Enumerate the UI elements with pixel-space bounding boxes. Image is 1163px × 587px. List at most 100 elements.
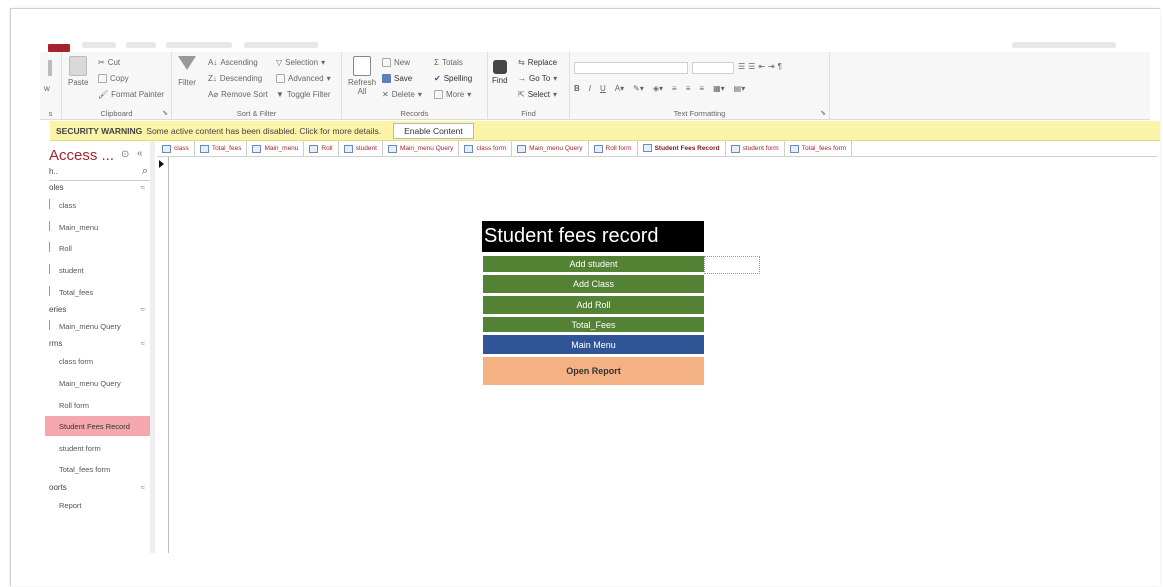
doc-tab-total-fees[interactable]: Total_fees — [195, 141, 248, 156]
nav-item-main-menu-query[interactable]: Main_menu Query — [45, 316, 151, 336]
more-button[interactable]: More ▾ — [434, 90, 471, 99]
ribbon-tab[interactable] — [82, 42, 116, 48]
nav-item-student-form[interactable]: student form — [45, 438, 151, 458]
align-left-icon[interactable]: ≡ — [672, 84, 677, 93]
font-color-icon[interactable]: A▾ — [615, 84, 624, 93]
total-fees-button[interactable]: Total_Fees — [483, 317, 704, 332]
selection-button[interactable]: ▽ Selection ▾ — [276, 58, 325, 67]
nav-item-total-fees[interactable]: Total_fees — [45, 282, 151, 302]
nav-scrollbar[interactable] — [150, 141, 155, 553]
format-buttons[interactable]: B I U A▾ ✎▾ ◈▾ ≡ ≡ ≡ ▦▾ ▤▾ — [574, 84, 745, 93]
doc-tab-student-fees-record[interactable]: Student Fees Record — [637, 141, 726, 156]
toggle-filter-button[interactable]: ▼ Toggle Filter — [276, 90, 331, 99]
copy-button[interactable]: Copy — [98, 74, 129, 83]
nav-title[interactable]: Access ... — [49, 147, 114, 164]
nav-section-queries[interactable]: eries ≈ — [49, 305, 151, 314]
nav-menu-icon[interactable]: ⊙ — [121, 149, 129, 160]
save-button[interactable]: Save — [382, 74, 412, 83]
filter-button[interactable]: Filter — [178, 56, 196, 87]
text-formatting-launcher-icon[interactable]: ⬊ — [820, 109, 826, 117]
replace-button[interactable]: ⇆ Replace — [518, 58, 557, 67]
doc-tab-total-fees-form[interactable]: Total_fees form — [785, 141, 853, 156]
descending-button[interactable]: Z↓ Descending — [208, 74, 262, 83]
underline-icon[interactable]: U — [600, 84, 606, 93]
view-button[interactable]: w — [44, 84, 50, 93]
view-icon[interactable] — [48, 60, 52, 76]
nav-section-forms[interactable]: rms ≈ — [49, 339, 151, 348]
open-report-button[interactable]: Open Report — [483, 357, 704, 385]
clipboard-launcher-icon[interactable]: ⬊ — [162, 109, 168, 117]
highlight-icon[interactable]: ✎▾ — [633, 84, 644, 93]
nav-item-roll-form[interactable]: Roll form — [45, 395, 151, 415]
paragraph-direction-icon: ¶ — [777, 62, 783, 71]
add-class-button[interactable]: Add Class — [483, 275, 704, 293]
doc-tab-main-menu[interactable]: Main_menu — [247, 141, 305, 156]
search-icon[interactable]: ⌕ — [142, 165, 148, 178]
nav-item-report[interactable]: Report — [45, 495, 151, 515]
enable-content-button[interactable]: Enable Content — [393, 122, 474, 139]
fill-color-icon[interactable]: ◈▾ — [653, 84, 663, 93]
align-right-icon[interactable]: ≡ — [699, 84, 704, 93]
collapse-icon[interactable]: ≈ — [141, 305, 145, 314]
format-painter-button[interactable]: 🖌 Format Painter — [98, 90, 164, 99]
doc-tab-roll[interactable]: Roll — [304, 141, 339, 156]
nav-item-student[interactable]: student — [45, 260, 151, 280]
file-tab[interactable] — [48, 44, 70, 52]
doc-tab-class-form[interactable]: class form — [459, 141, 513, 156]
account-area[interactable] — [1012, 42, 1116, 48]
nav-item-class-form[interactable]: class form — [45, 351, 151, 371]
doc-tab-main-menu-query[interactable]: Main_menu Query — [383, 141, 460, 156]
gridlines-icon[interactable]: ▦▾ — [713, 84, 725, 93]
font-size-select[interactable] — [692, 62, 734, 74]
ribbon-tab[interactable] — [244, 42, 318, 48]
doc-tab-main-menu-query-form[interactable]: Main_menu Query — [512, 141, 589, 156]
cut-button[interactable]: ✂ Cut — [98, 58, 120, 67]
collapse-icon[interactable]: ≈ — [141, 183, 145, 192]
nav-item-main-menu-query-form[interactable]: Main_menu Query — [45, 373, 151, 393]
nav-section-tables[interactable]: oles ≈ — [49, 183, 151, 192]
delete-button[interactable]: ✕ Delete ▾ — [382, 90, 422, 99]
binoculars-icon — [492, 60, 507, 74]
list-icons[interactable]: ☰ ☰ ⇤ ⇥ ¶ — [738, 62, 782, 71]
nav-item-class[interactable]: class — [45, 195, 151, 215]
ribbon-tab[interactable] — [126, 42, 156, 48]
nav-item-roll[interactable]: Roll — [45, 238, 151, 258]
shutter-bar-close-icon[interactable]: « — [137, 148, 143, 159]
doc-tab-class[interactable]: class — [157, 141, 195, 156]
add-roll-button[interactable]: Add Roll — [483, 296, 704, 314]
nav-item-total-fees-form[interactable]: Total_fees form — [45, 459, 151, 479]
collapse-icon[interactable]: ≈ — [141, 339, 145, 348]
security-warning-message[interactable]: Some active content has been disabled. C… — [146, 126, 381, 136]
paste-button[interactable]: Paste — [68, 56, 88, 87]
collapse-icon[interactable]: ≈ — [141, 483, 145, 492]
totals-button[interactable]: Σ Totals — [434, 58, 463, 67]
new-record-button[interactable]: New — [382, 58, 410, 67]
add-student-button[interactable]: Add student — [483, 256, 704, 272]
alt-row-color-icon[interactable]: ▤▾ — [734, 84, 746, 93]
ribbon-tab[interactable] — [166, 42, 232, 48]
doc-tab-student-form[interactable]: student form — [726, 141, 785, 156]
refresh-all-button[interactable]: Refresh All — [348, 56, 376, 96]
select-button[interactable]: ⇱ Select ▾ — [518, 90, 557, 99]
query-icon — [387, 144, 397, 153]
remove-sort-button[interactable]: A⌀ Remove Sort — [208, 90, 268, 99]
advanced-button[interactable]: Advanced ▾ — [276, 74, 331, 83]
form-icon — [464, 144, 474, 153]
bold-icon[interactable]: B — [574, 84, 580, 93]
spelling-button[interactable]: ✔ Spelling — [434, 74, 472, 83]
nav-item-student-fees-record[interactable]: Student Fees Record — [45, 416, 151, 436]
doc-tab-student[interactable]: student — [339, 141, 383, 156]
main-menu-button[interactable]: Main Menu — [483, 335, 704, 354]
align-center-icon[interactable]: ≡ — [686, 84, 691, 93]
goto-button[interactable]: → Go To ▾ — [518, 74, 557, 83]
doc-tab-roll-form[interactable]: Roll form — [589, 141, 638, 156]
italic-icon[interactable]: I — [589, 84, 591, 93]
sort-ascending-icon: A↓ — [208, 58, 218, 67]
record-selector-bar[interactable] — [157, 157, 169, 553]
nav-section-reports[interactable]: oorts ≈ — [49, 483, 151, 492]
font-name-select[interactable] — [574, 62, 688, 74]
find-button[interactable]: Find — [492, 56, 508, 85]
ascending-button[interactable]: A↓ Ascending — [208, 58, 258, 67]
nav-item-main-menu[interactable]: Main_menu — [45, 217, 151, 237]
nav-search-input[interactable]: h.. ⌕ — [49, 165, 151, 181]
